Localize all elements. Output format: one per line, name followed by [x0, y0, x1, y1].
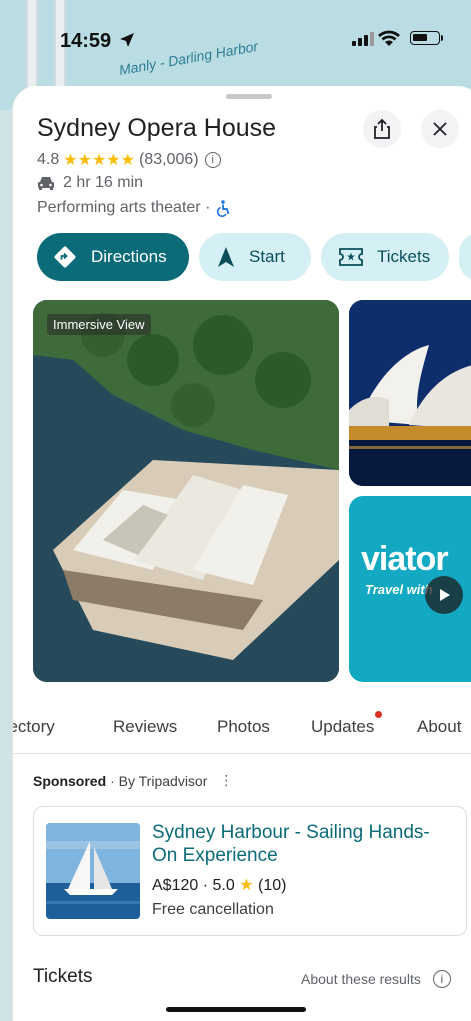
home-indicator[interactable]	[166, 1007, 306, 1012]
ad-thumbnail	[46, 823, 140, 919]
ad-price: A$120 · 5.0	[152, 877, 235, 894]
location-arrow-icon	[120, 33, 134, 47]
sponsored-ad-card[interactable]: Sydney Harbour - Sailing Hands-On Experi…	[33, 806, 467, 936]
drive-time-row: 2 hr 16 min	[37, 174, 143, 192]
place-title: Sydney Opera House	[37, 114, 277, 142]
directions-icon	[54, 246, 76, 268]
wifi-icon	[378, 30, 400, 46]
immersive-view-photo[interactable]: Immersive View	[33, 300, 339, 682]
tab-reviews[interactable]: Reviews	[113, 717, 177, 737]
start-button[interactable]: Start	[199, 233, 311, 281]
about-results-label: About these results	[301, 971, 421, 987]
tab-updates[interactable]: Updates	[311, 717, 374, 737]
rating-stars-icon: ★★★★★	[63, 152, 135, 169]
tab-directory[interactable]: irectory	[13, 717, 55, 737]
directions-label: Directions	[91, 247, 167, 266]
action-chips: Directions Start Tickets	[37, 233, 471, 281]
star-icon: ★	[239, 877, 254, 894]
navigation-arrow-icon	[218, 247, 234, 267]
review-count: (83,006)	[138, 151, 199, 168]
battery-icon	[410, 31, 440, 45]
about-these-results[interactable]: About these results i	[301, 970, 451, 988]
category-row: Performing arts theater ·	[37, 199, 231, 217]
close-button[interactable]	[421, 110, 459, 148]
sponsored-by: · By Tripadvisor	[110, 772, 208, 789]
play-icon	[440, 589, 450, 601]
viator-video-thumbnail[interactable]: viator Travel with	[349, 496, 471, 682]
tab-about[interactable]: About	[417, 717, 461, 737]
sponsored-header: Sponsored · By Tripadvisor ⋮	[33, 772, 233, 789]
status-time: 14:59	[60, 30, 112, 52]
info-icon[interactable]: i	[432, 970, 451, 988]
sponsored-label: Sponsored	[33, 772, 107, 789]
viator-tagline: Travel with	[365, 582, 433, 597]
ad-price-rating: A$120 · 5.0 ★ (10)	[152, 875, 286, 895]
drive-time: 2 hr 16 min	[63, 174, 144, 191]
immersive-view-badge: Immersive View	[47, 314, 151, 335]
tickets-button[interactable]: Tickets	[321, 233, 449, 281]
ad-cancellation: Free cancellation	[152, 901, 274, 918]
opera-house-night-photo[interactable]	[349, 300, 471, 486]
ad-review-count: (10)	[257, 877, 287, 894]
sheet-drag-handle[interactable]	[226, 94, 272, 99]
place-sheet: Sydney Opera House 4.8 ★★★★★ (83,006) i …	[12, 86, 471, 1021]
viator-logo: viator	[361, 540, 449, 578]
updates-notification-dot	[375, 711, 382, 718]
more-actions-chip[interactable]	[459, 233, 471, 281]
rating-value: 4.8	[37, 151, 60, 168]
play-button[interactable]	[425, 576, 463, 614]
close-icon	[433, 122, 447, 136]
directions-button[interactable]: Directions	[37, 233, 189, 281]
share-icon	[374, 119, 390, 139]
sailboat-image	[46, 823, 140, 919]
start-label: Start	[249, 247, 285, 266]
place-category: Performing arts theater ·	[37, 199, 211, 216]
car-icon	[38, 177, 54, 190]
battery-tip	[441, 35, 443, 41]
tickets-section-title: Tickets	[33, 966, 93, 987]
wheelchair-accessible-icon[interactable]	[215, 199, 231, 217]
share-button[interactable]	[363, 110, 401, 148]
opera-house-aerial-image	[33, 300, 339, 682]
tickets-label: Tickets	[377, 247, 431, 266]
cellular-signal-icon	[352, 32, 374, 46]
place-tabs: irectory Reviews Photos Updates About	[13, 708, 471, 754]
tab-photos[interactable]: Photos	[217, 717, 270, 737]
status-bar: 14:59	[0, 0, 471, 80]
ticket-icon	[339, 248, 363, 266]
ad-title-link[interactable]: Sydney Harbour - Sailing Hands-On Experi…	[152, 821, 452, 867]
info-icon[interactable]: i	[204, 152, 221, 168]
more-options-icon[interactable]: ⋮	[219, 772, 233, 789]
rating-row[interactable]: 4.8 ★★★★★ (83,006) i	[37, 150, 221, 170]
opera-house-night-image	[349, 300, 471, 486]
